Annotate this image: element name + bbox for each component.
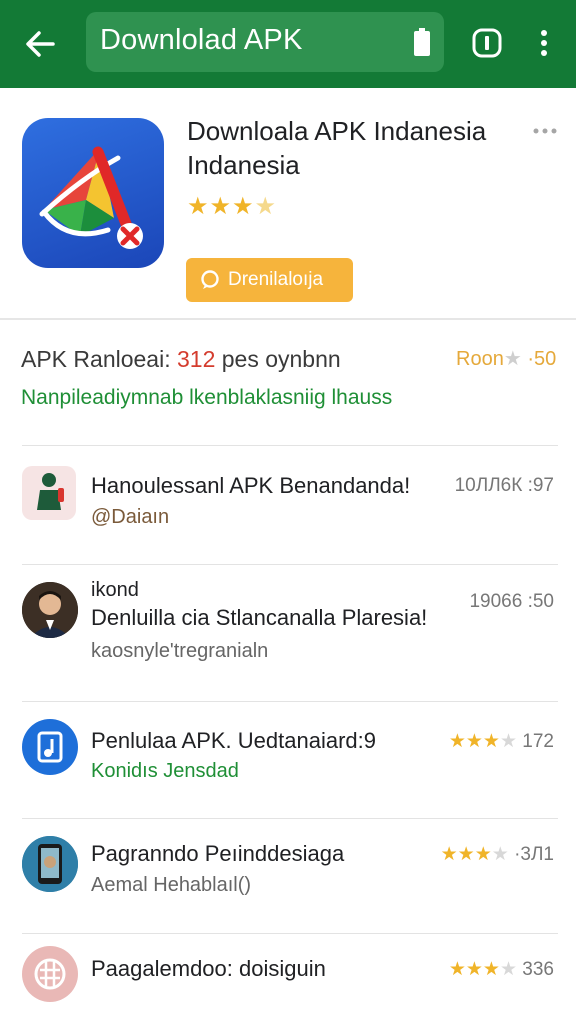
item-label: ikond	[91, 579, 139, 601]
item-title: Penlulaa APK. Uedtanaiard:9	[91, 728, 376, 753]
search-text[interactable]: Downlolad APK	[100, 24, 303, 57]
rank-subtitle: Nanpileadiymnab lkenblaklasniig lhauss	[21, 386, 393, 409]
app-title: Downloala APK Indanesia Indanesia	[187, 116, 487, 180]
install-label: Drenilaloıja	[228, 269, 324, 290]
search-bar[interactable]: Downlolad APK	[86, 12, 444, 72]
item-title: Pagranndo Peıinddesiaga	[91, 841, 345, 866]
rating-filled-stars: ★★★	[187, 193, 255, 220]
item-subtitle: kaosnyle'tregranialn	[91, 640, 269, 662]
chat-bubble-icon	[201, 270, 219, 289]
install-button[interactable]: Drenilaloıja	[186, 258, 353, 302]
item-subtitle: @Daiaın	[91, 506, 170, 528]
item-subtitle: Konidıs Jensdad	[91, 760, 239, 782]
rank-line: APK Ranloeai: 312 pes oynbnn	[21, 346, 341, 373]
app-logo[interactable]	[22, 118, 164, 268]
item-subtitle: Aemal Hehablaıl()	[91, 874, 252, 896]
music-note-icon	[22, 719, 78, 775]
rank-section: APK Ranloeai: 312 pes oynbnn Roon★ ·50 N…	[0, 322, 576, 446]
item-stars-filled: ★★★	[440, 844, 492, 865]
item-star-empty: ★	[491, 844, 509, 865]
rating-stars: ★★★★	[187, 192, 277, 221]
info-button[interactable]	[470, 26, 504, 60]
item-star-empty: ★	[499, 731, 518, 752]
rank-right-meta: Roon★ ·50	[456, 346, 556, 371]
rating-half-star: ★	[254, 193, 278, 220]
list-item[interactable]: Paagalemdoo: doisiguin ★★★★ 336	[0, 934, 576, 1024]
item-stars: ★★★★	[441, 844, 509, 865]
item-meta: ★★★★ 172	[449, 730, 554, 753]
rank-right-star: ★	[503, 348, 522, 370]
list-item[interactable]: Pagranndo Peıinddesiaga Aemal Hehablaıl(…	[0, 819, 576, 933]
item-count: 336	[522, 959, 554, 980]
arrow-left-icon	[26, 31, 55, 57]
item-title: Hanoulessanl APK Benandanda!	[91, 473, 411, 498]
more-vertical-icon	[541, 30, 547, 56]
top-app-bar: Downlolad APK	[0, 0, 576, 88]
item-count: ·3Л1	[514, 844, 554, 865]
item-star-empty: ★	[499, 959, 518, 980]
back-button[interactable]	[20, 24, 60, 64]
battery-icon	[414, 28, 430, 56]
item-meta: 19066 :50	[469, 591, 554, 612]
list-item[interactable]: ikond Denluilla cia Stlancanalla Plaresi…	[0, 565, 576, 701]
info-icon	[472, 28, 502, 58]
item-stars: ★★★★	[449, 731, 517, 752]
rank-right-text: Roon	[456, 348, 504, 370]
list-item[interactable]: Penlulaa APK. Uedtanaiard:9 Konidıs Jens…	[0, 702, 576, 818]
app-header: Downloala APK Indanesia Indanesia ★★★★ D…	[0, 88, 576, 320]
item-meta: 10ЛЛ6К :97	[454, 475, 554, 496]
item-stars-filled: ★★★	[448, 731, 500, 752]
item-title: Paagalemdoo: doisiguin	[91, 956, 326, 981]
rank-prefix: APK Ranloeai:	[21, 346, 177, 372]
item-stars: ★★★★	[449, 959, 517, 980]
item-stars-filled: ★★★	[448, 959, 500, 980]
rank-suffix: pes oynbnn	[215, 346, 341, 372]
item-meta: ★★★★ ·3Л1	[441, 843, 554, 866]
person-portrait-avatar	[22, 582, 78, 638]
item-title: Denluilla cia Stlancanalla Plaresia!	[91, 605, 428, 630]
item-meta: ★★★★ 336	[449, 958, 554, 981]
grid-circle-icon	[22, 946, 78, 1002]
list-item[interactable]: Hanoulessanl APK Benandanda! @Daiaın 10Л…	[0, 446, 576, 564]
more-horizontal-icon[interactable]	[530, 116, 560, 136]
rank-number: 312	[176, 346, 216, 372]
more-options-button[interactable]	[530, 26, 558, 60]
person-figure-icon	[22, 466, 76, 520]
rank-right-value: ·50	[527, 348, 557, 370]
phone-icon	[22, 836, 78, 892]
item-count: 172	[522, 731, 554, 752]
